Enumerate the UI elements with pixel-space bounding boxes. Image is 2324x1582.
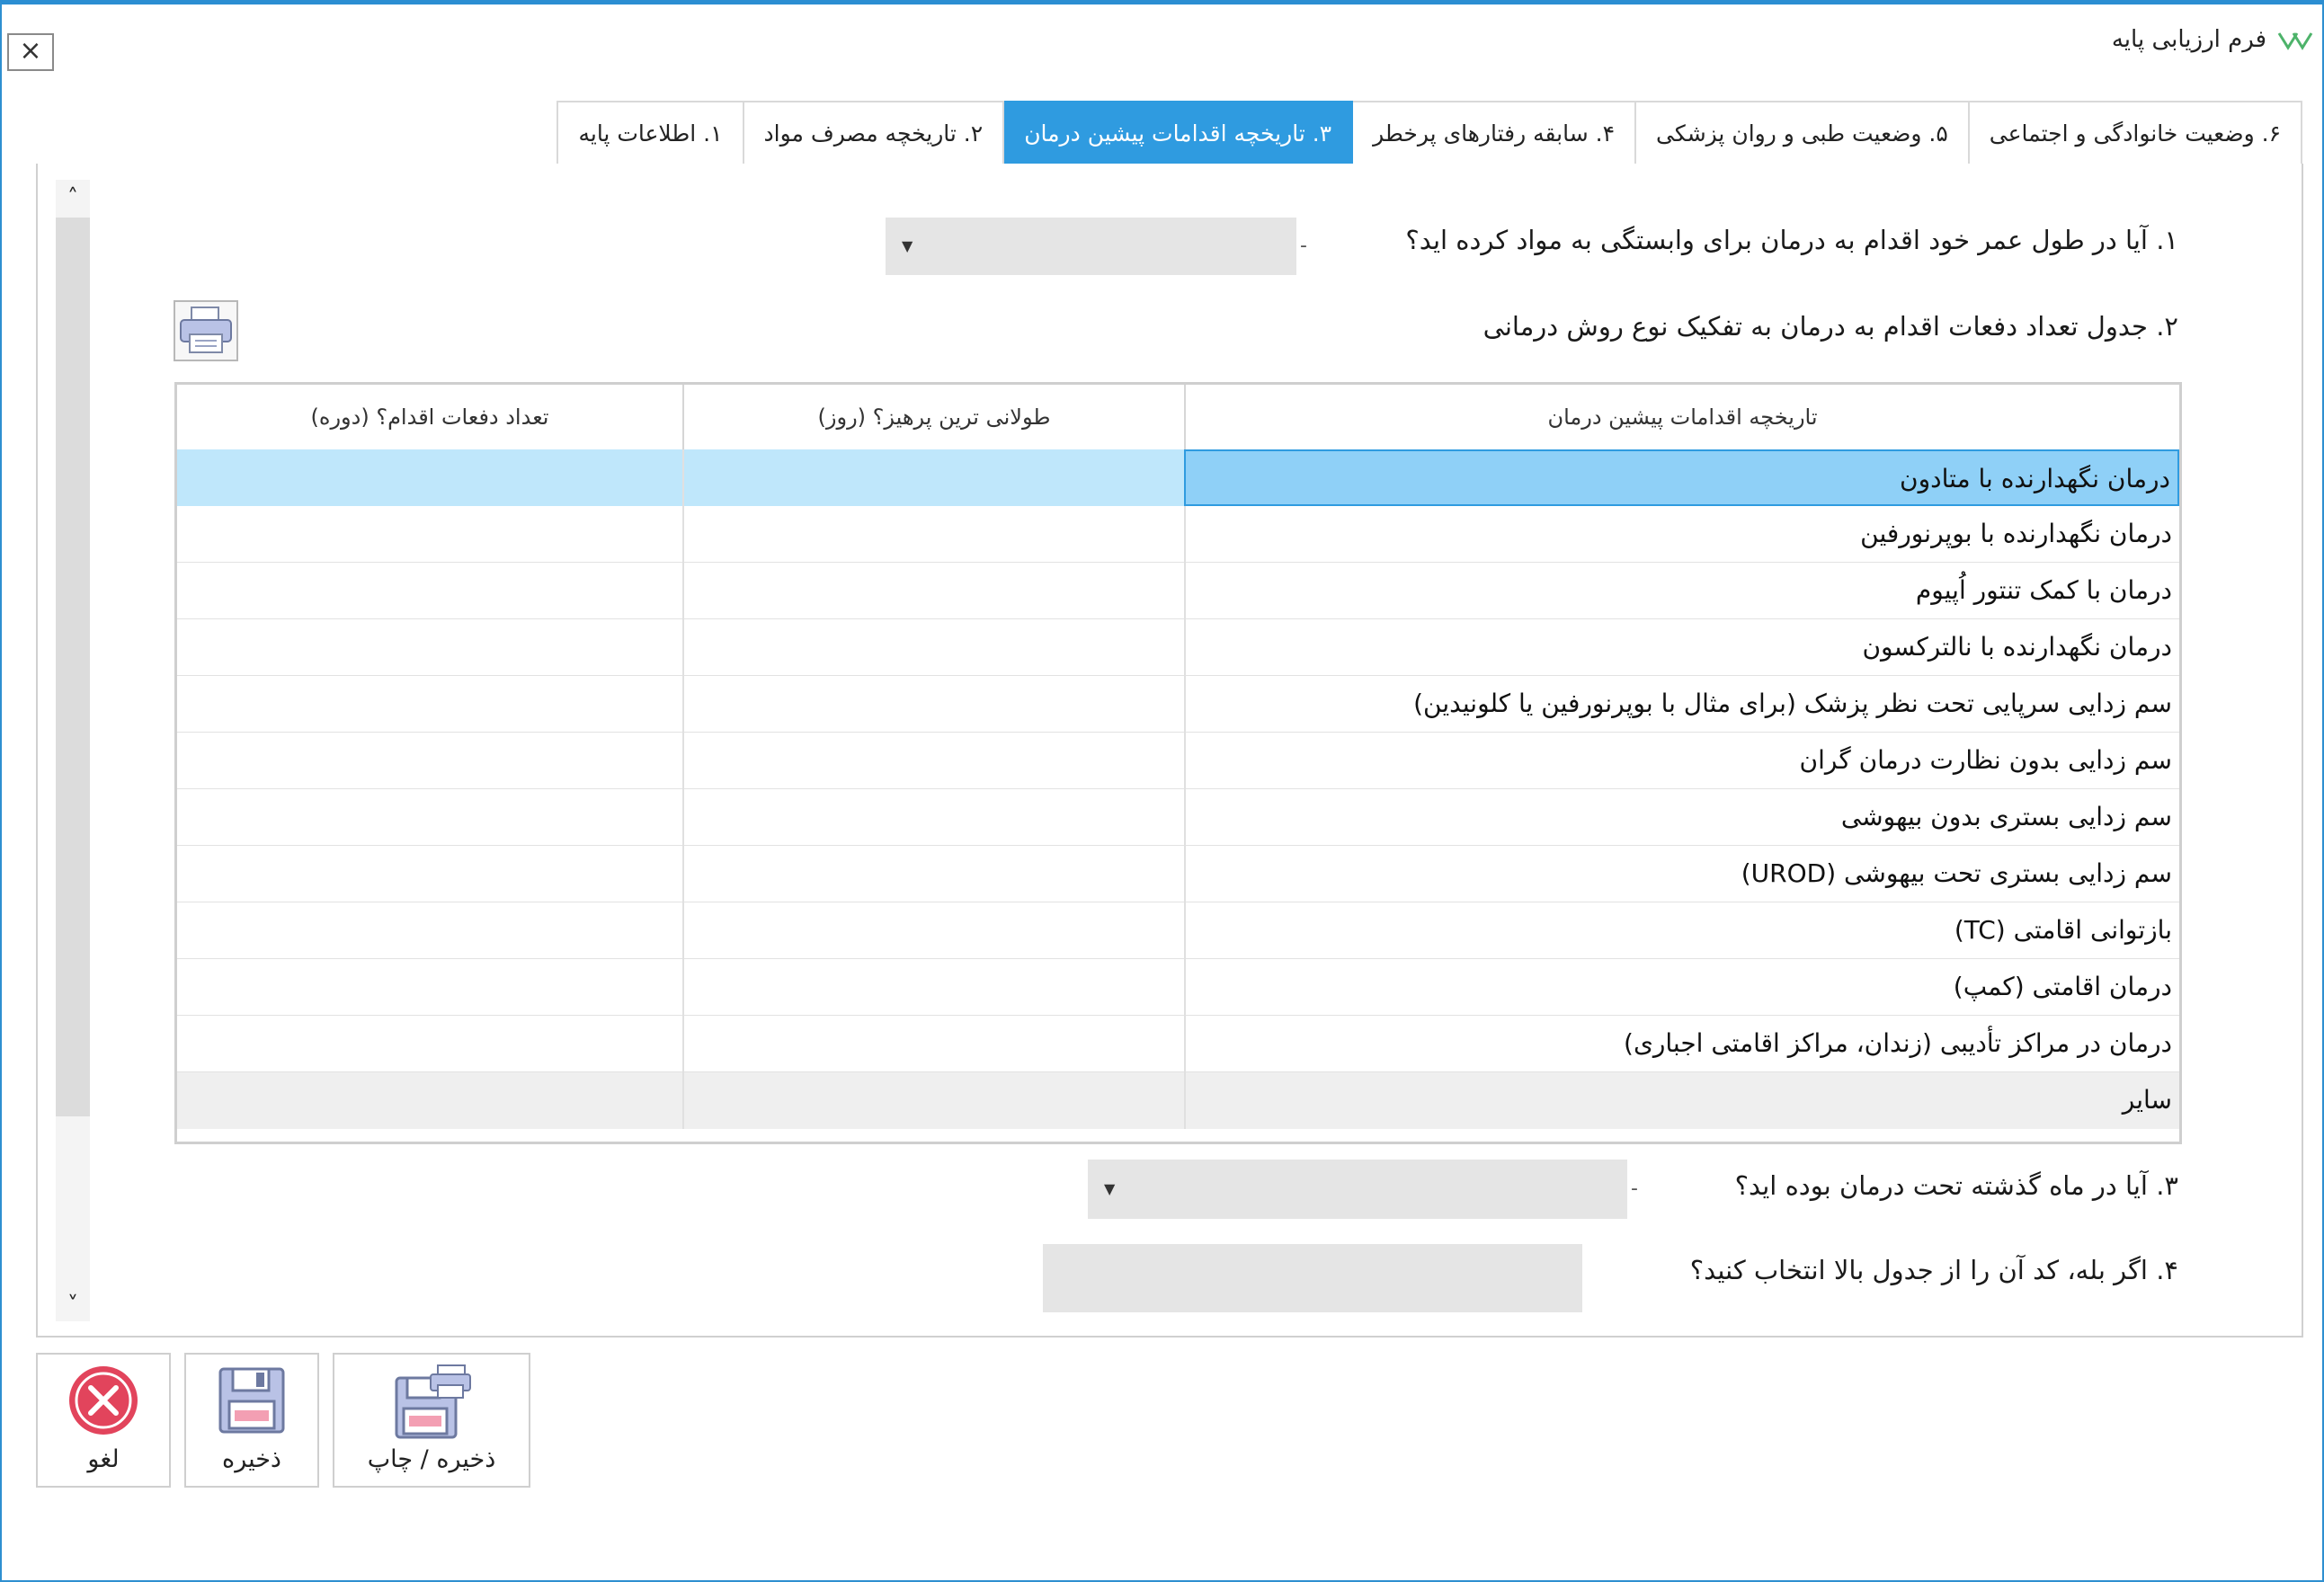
table-row[interactable]: درمان نگهدارنده با متادون xyxy=(177,449,2179,506)
cancel-icon xyxy=(69,1366,138,1435)
treatment-name-cell: سم زدایی بدون نظارت درمان گران xyxy=(1184,733,2179,789)
treatment-name-cell: درمان اقامتی (کمپ) xyxy=(1184,959,2179,1016)
attempt-count-cell[interactable] xyxy=(177,733,682,789)
treatment-name-cell: سم زدایی بستری بدون بیهوشی xyxy=(1184,789,2179,846)
longest-abstinence-cell[interactable] xyxy=(682,1016,1184,1072)
treatment-name-cell: درمان نگهدارنده با بوپرنورفین xyxy=(1184,506,2179,563)
longest-abstinence-cell[interactable] xyxy=(682,449,1184,506)
table-row[interactable]: سم زدایی بدون نظارت درمان گران xyxy=(177,733,2179,789)
save-print-label: ذخیره / چاپ xyxy=(367,1445,496,1473)
treatment-name-cell: سایر xyxy=(1184,1072,2179,1129)
dropdown-dash: - xyxy=(1631,1178,1638,1200)
treatment-name-cell: بازتوانی اقامتی (TC) xyxy=(1184,902,2179,959)
scroll-thumb[interactable] xyxy=(56,218,90,1116)
longest-abstinence-cell[interactable] xyxy=(682,902,1184,959)
longest-abstinence-cell[interactable] xyxy=(682,846,1184,902)
attempt-count-cell[interactable] xyxy=(177,1072,682,1129)
longest-abstinence-cell[interactable] xyxy=(682,563,1184,619)
table-row[interactable]: درمان با کمک تنتور اُپیوم xyxy=(177,563,2179,619)
table-row[interactable]: سم زدایی بستری بدون بیهوشی xyxy=(177,789,2179,846)
treatment-name-cell: درمان در مراکز تأدیبی (زندان، مراکز اقام… xyxy=(1184,1016,2179,1072)
print-table-button[interactable] xyxy=(174,300,238,361)
question-2-label: ۲. جدول تعداد دفعات اقدام به درمان به تف… xyxy=(1483,311,2178,342)
header-attempt-count: تعداد دفعات اقدام؟ (دوره) xyxy=(310,404,549,430)
tab-medical-psychiatric[interactable]: ۵. وضعیت طبی و روان پزشکی xyxy=(1634,101,1970,165)
table-row[interactable]: درمان اقامتی (کمپ) xyxy=(177,959,2179,1016)
save-label: ذخیره xyxy=(222,1445,281,1473)
cancel-label: لغو xyxy=(87,1445,120,1473)
tab-risk-behaviors[interactable]: ۴. سابقه رفتارهای پرخطر xyxy=(1351,101,1637,165)
attempt-count-cell[interactable] xyxy=(177,902,682,959)
tab-basic-info[interactable]: ۱. اطلاعات پایه xyxy=(557,101,744,165)
treatment-name-cell: سم زدایی بستری تحت بیهوشی (UROD) xyxy=(1184,846,2179,902)
longest-abstinence-cell[interactable] xyxy=(682,506,1184,563)
chevron-down-icon: ▼ xyxy=(1104,1180,1116,1197)
question-3-label: ۳. آیا در ماه گذشته تحت درمان بوده اید؟ xyxy=(1734,1170,2178,1201)
table-row[interactable]: سم زدایی سرپایی تحت نظر پزشک (برای مثال … xyxy=(177,676,2179,733)
cancel-button[interactable]: لغو xyxy=(36,1353,171,1488)
longest-abstinence-cell[interactable] xyxy=(682,733,1184,789)
title-bar: × فرم ارزیابی پایه xyxy=(2,4,2322,85)
longest-abstinence-cell[interactable] xyxy=(682,676,1184,733)
treatment-name-cell: درمان با کمک تنتور اُپیوم xyxy=(1184,563,2179,619)
question-3-dropdown[interactable]: ▼ - xyxy=(1088,1160,1638,1219)
save-button[interactable]: ذخیره xyxy=(184,1353,319,1488)
attempt-count-cell[interactable] xyxy=(177,449,682,506)
longest-abstinence-cell[interactable] xyxy=(682,959,1184,1016)
attempt-count-cell[interactable] xyxy=(177,676,682,733)
attempt-count-cell[interactable] xyxy=(177,506,682,563)
header-longest-abstinence: طولانی ترین پرهیز؟ (روز) xyxy=(682,385,1184,449)
attempt-count-cell[interactable] xyxy=(177,563,682,619)
attempt-count-cell[interactable] xyxy=(177,789,682,846)
header-treatment: تاریخچه اقدامات پیشین درمان xyxy=(1184,385,2179,449)
tab-treatment-history[interactable]: ۳. تاریخچه اقدامات پیشین درمان xyxy=(1002,101,1354,165)
save-print-button[interactable]: ذخیره / چاپ xyxy=(333,1353,530,1488)
question-4-label: ۴. اگر بله، کد آن را از جدول بالا انتخاب… xyxy=(1689,1255,2178,1285)
app-logo-icon xyxy=(2277,32,2313,50)
attempt-count-cell[interactable] xyxy=(177,1016,682,1072)
table-header: تاریخچه اقدامات پیشین درمان طولانی ترین … xyxy=(177,385,2179,451)
treatment-history-table: تاریخچه اقدامات پیشین درمان طولانی ترین … xyxy=(174,382,2182,1144)
longest-abstinence-cell[interactable] xyxy=(682,1072,1184,1129)
question-1-dropdown[interactable]: ▼ - xyxy=(886,218,1307,275)
table-row[interactable]: درمان نگهدارنده با نالترکسون xyxy=(177,619,2179,676)
save-print-icon xyxy=(395,1364,471,1439)
table-row[interactable]: سم زدایی بستری تحت بیهوشی (UROD) xyxy=(177,846,2179,902)
table-row[interactable]: درمان در مراکز تأدیبی (زندان، مراکز اقام… xyxy=(177,1016,2179,1072)
scroll-down-arrow-icon[interactable]: ˅ xyxy=(56,1287,90,1321)
attempt-count-cell[interactable] xyxy=(177,619,682,676)
dropdown-dash: - xyxy=(1300,235,1307,257)
table-row[interactable]: سایر xyxy=(177,1072,2179,1129)
attempt-count-cell[interactable] xyxy=(177,846,682,902)
treatment-name-cell: سم زدایی سرپایی تحت نظر پزشک (برای مثال … xyxy=(1184,676,2179,733)
window-title: فرم ارزیابی پایه xyxy=(2111,26,2266,53)
treatment-name-cell: درمان نگهدارنده با نالترکسون xyxy=(1184,619,2179,676)
longest-abstinence-cell[interactable] xyxy=(682,619,1184,676)
tab-substance-history[interactable]: ۲. تاریخچه مصرف مواد xyxy=(742,101,1005,165)
attempt-count-cell[interactable] xyxy=(177,959,682,1016)
vertical-scrollbar[interactable]: ˄ ˅ xyxy=(56,180,90,1321)
tab-family-social[interactable]: ۶. وضعیت خانوادگی و اجتماعی xyxy=(1967,101,2302,165)
close-button[interactable]: × xyxy=(7,33,54,71)
printer-icon xyxy=(180,307,232,353)
question-4-input[interactable] xyxy=(1043,1244,1582,1312)
tab-strip: ۱. اطلاعات پایه ۲. تاریخچه مصرف مواد ۳. … xyxy=(557,101,2302,165)
scroll-up-arrow-icon[interactable]: ˄ xyxy=(56,180,90,214)
longest-abstinence-cell[interactable] xyxy=(682,789,1184,846)
table-row[interactable]: بازتوانی اقامتی (TC) xyxy=(177,902,2179,959)
chevron-down-icon: ▼ xyxy=(902,237,913,254)
floppy-disk-icon xyxy=(218,1367,285,1434)
treatment-name-cell: درمان نگهدارنده با متادون xyxy=(1184,449,2179,506)
table-row[interactable]: درمان نگهدارنده با بوپرنورفین xyxy=(177,506,2179,563)
question-1-label: ۱. آیا در طول عمر خود اقدام به درمان برا… xyxy=(1405,225,2178,255)
